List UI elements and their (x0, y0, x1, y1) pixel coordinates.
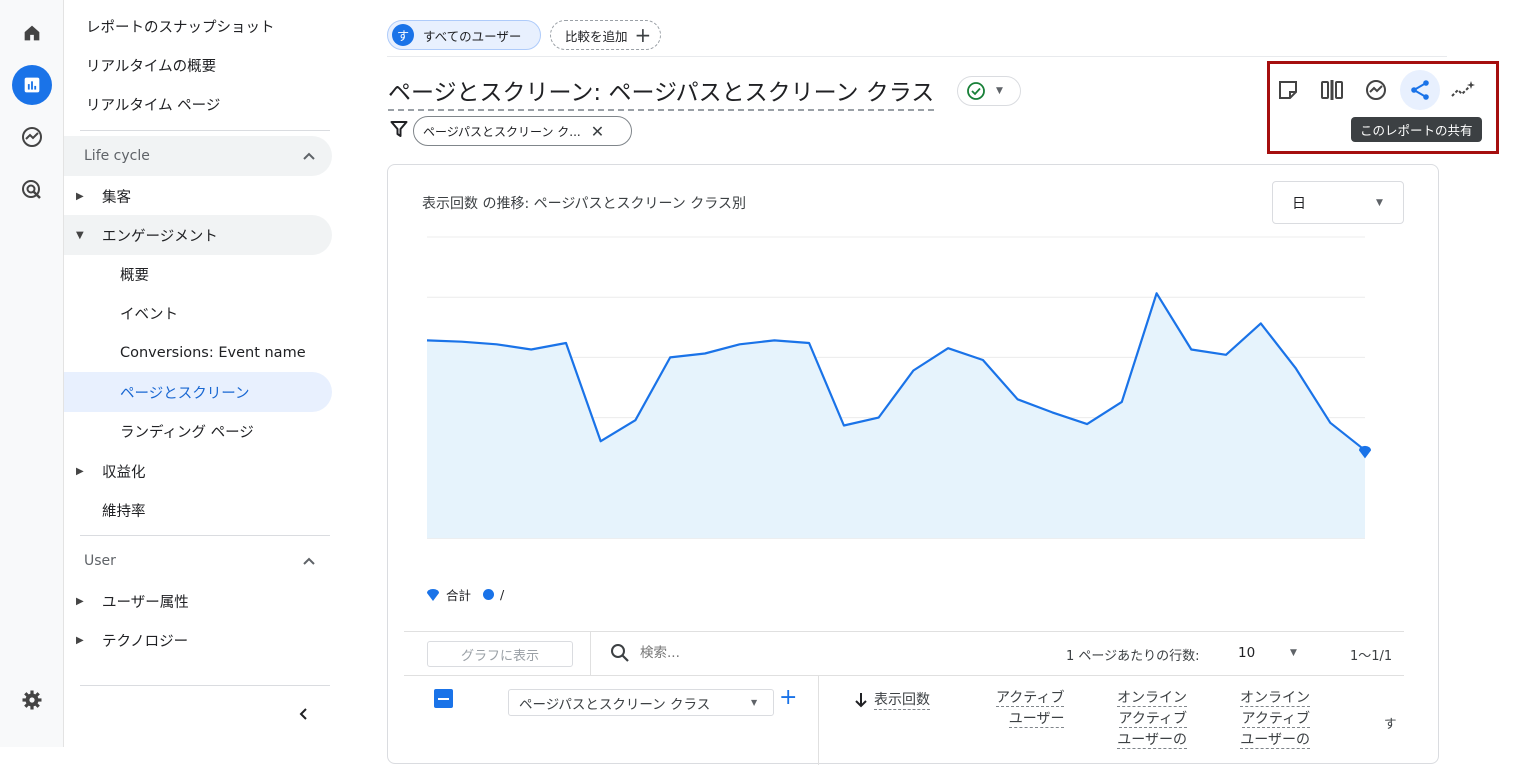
section-lifecycle-label: Life cycle (84, 148, 150, 164)
rows-per-page-label: 1 ページあたりの行数: (1066, 649, 1200, 664)
legend-path-label: / (500, 587, 505, 602)
col-header-active-users[interactable]: アクティブ ユーザー (996, 688, 1065, 730)
rows-per-page-select[interactable]: 10 ▼ (1232, 637, 1322, 669)
segment-chip-label: すべてのユーザー (423, 28, 522, 44)
settings-gear-icon[interactable] (12, 680, 52, 720)
pagination-status: 1〜1/1 (1350, 649, 1393, 664)
nav-item-acquisition-label: 集客 (102, 189, 131, 206)
filter-chip[interactable]: ページパスとスクリーン ク... ✕ (413, 116, 632, 146)
advertising-icon[interactable] (12, 170, 52, 210)
arrow-down-icon (855, 692, 867, 707)
add-comparison-label: 比較を追加 (565, 28, 628, 44)
explore-icon[interactable] (12, 117, 52, 157)
nav-item-events[interactable]: イベント (64, 293, 332, 333)
table-top-divider (404, 631, 1404, 632)
col-header-online2-line2: アクティブ (1241, 711, 1310, 728)
caret-down-icon: ▼ (76, 229, 84, 241)
nav-item-demographics[interactable]: ▶ ユーザー属性 (64, 581, 332, 621)
col-header-active-users-line2: ユーザー (1008, 711, 1065, 728)
col-header-views-label: 表示回数 (874, 689, 930, 710)
dimension-select[interactable]: ページパスとスクリーン クラス ▼ (508, 689, 774, 716)
nav-item-technology-label: テクノロジー (102, 633, 189, 650)
dimension-select-value: ページパスとスクリーン クラス (519, 696, 711, 713)
section-user-label: User (84, 553, 116, 569)
nav-item-snapshot[interactable]: レポートのスナップショット (64, 6, 332, 46)
nav-item-technology[interactable]: ▶ テクノロジー (64, 620, 332, 660)
check-circle-icon (967, 82, 985, 100)
table-search-input[interactable] (640, 643, 940, 663)
nav-divider (80, 130, 330, 131)
chart-card: 表示回数 の推移: ページパスとスクリーン クラス別 日 ▼ 合計 / グラフに… (387, 164, 1439, 765)
select-all-checkbox[interactable] (434, 689, 453, 708)
home-icon[interactable] (12, 13, 52, 53)
legend-total-marker-icon (427, 588, 439, 601)
legend-path-dot-icon (483, 589, 495, 600)
segment-chip-all-users[interactable]: す すべてのユーザー (387, 20, 541, 50)
caret-down-icon: ▼ (1290, 648, 1297, 658)
nav-item-engagement[interactable]: ▼ エンゲージメント (64, 215, 332, 255)
main-content: す すべてのユーザー 比較を追加 + ページとスクリーン: ページパスとスクリー… (344, 0, 1536, 765)
page-title: ページとスクリーン: ページパスとスクリーン クラス (388, 73, 935, 111)
nav-item-pages-and-screens[interactable]: ページとスクリーン (64, 372, 332, 412)
col-header-online2-line3: ユーザーの (1240, 732, 1310, 749)
nav-divider (80, 535, 330, 536)
caret-down-icon: ▼ (996, 86, 1003, 96)
search-icon (611, 644, 629, 662)
line-chart (426, 236, 1371, 539)
column-divider (818, 675, 819, 765)
icon-rail (0, 0, 64, 747)
col-header-online-active-2[interactable]: オンライン アクティブ ユーザーの (1240, 688, 1310, 751)
section-user-header[interactable]: User (64, 541, 332, 581)
caret-down-icon: ▼ (751, 698, 758, 707)
chevron-up-icon (303, 152, 315, 160)
filter-icon[interactable] (390, 120, 408, 138)
caret-right-icon: ▶ (76, 634, 84, 646)
highlight-box (1267, 61, 1499, 154)
col-header-online-active-1[interactable]: オンライン アクティブ ユーザーの (1117, 688, 1187, 751)
plot-rows-button[interactable]: グラフに表示 (427, 641, 573, 667)
nav-divider (80, 685, 330, 686)
header-divider (387, 56, 1447, 57)
nav-item-monetization[interactable]: ▶ 収益化 (64, 451, 332, 491)
nav-item-realtime-pages[interactable]: リアルタイム ページ (64, 84, 332, 124)
nav-item-engagement-label: エンゲージメント (102, 228, 218, 245)
segment-avatar: す (392, 24, 414, 46)
caret-right-icon: ▶ (76, 465, 84, 477)
legend-total-label: 合計 (446, 588, 472, 603)
col-header-online1-line3: ユーザーの (1117, 732, 1187, 749)
nav-item-retention[interactable]: 維持率 (64, 490, 332, 530)
toolbar-divider (590, 632, 591, 676)
col-header-online2-line1: オンライン (1240, 690, 1310, 707)
filter-chip-label: ページパスとスクリーン ク... (423, 124, 581, 139)
nav-item-monetization-label: 収益化 (102, 464, 146, 481)
report-status-button[interactable]: ▼ (957, 76, 1021, 106)
nav-item-demographics-label: ユーザー属性 (102, 594, 189, 611)
section-lifecycle-header[interactable]: Life cycle (64, 136, 332, 176)
rows-per-page-value: 10 (1238, 645, 1256, 661)
chart-area-fill (427, 293, 1365, 538)
col-header-active-users-line1: アクティブ (996, 690, 1065, 707)
collapse-nav-chevron-left-icon[interactable] (292, 702, 316, 726)
nav-item-engagement-overview[interactable]: 概要 (64, 254, 332, 294)
close-icon[interactable]: ✕ (591, 122, 604, 141)
add-comparison-button[interactable]: 比較を追加 + (550, 20, 661, 50)
nav-item-landing-page[interactable]: ランディング ページ (64, 411, 332, 451)
table-header-divider (404, 675, 1404, 676)
header-blank-area (1166, 13, 1486, 53)
col-header-views[interactable]: 表示回数 (854, 689, 930, 710)
col-header-online1-line1: オンライン (1117, 690, 1187, 707)
nav-item-realtime-overview[interactable]: リアルタイムの概要 (64, 45, 332, 85)
col-header-online1-line2: アクティブ (1118, 711, 1187, 728)
chevron-up-icon (303, 557, 315, 565)
nav-item-acquisition[interactable]: ▶ 集客 (64, 176, 332, 216)
caret-right-icon: ▶ (76, 595, 84, 607)
plus-icon: + (634, 23, 652, 47)
reports-icon[interactable] (12, 65, 52, 105)
report-nav-panel: レポートのスナップショット リアルタイムの概要 リアルタイム ページ Life … (64, 0, 344, 747)
col-header-truncated[interactable]: す (1384, 713, 1406, 732)
add-dimension-plus-icon[interactable]: + (779, 685, 797, 710)
caret-right-icon: ▶ (76, 190, 84, 202)
nav-item-conversions[interactable]: Conversions: Event name (64, 333, 332, 373)
chart-legend: 合計 / (426, 585, 504, 604)
